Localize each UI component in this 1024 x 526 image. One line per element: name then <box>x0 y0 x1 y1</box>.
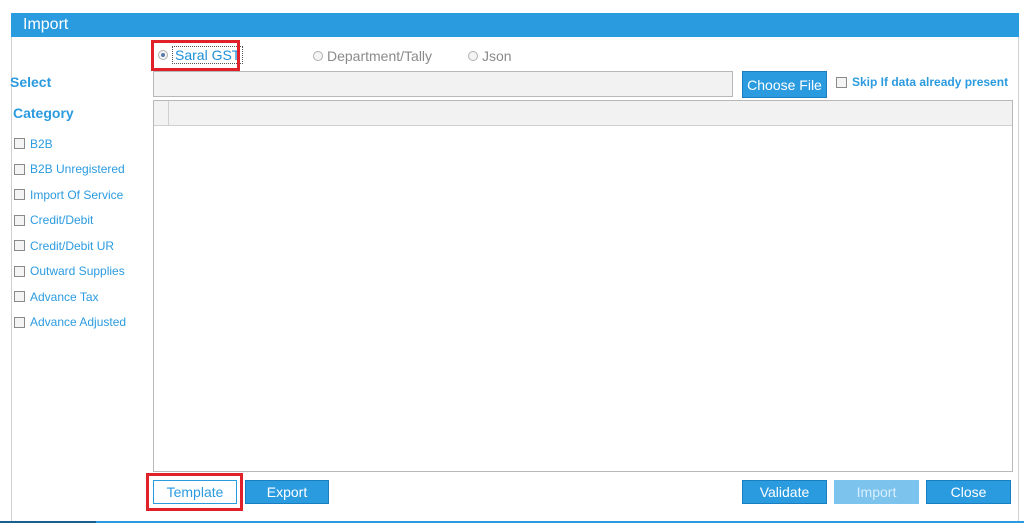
checkbox-icon <box>14 240 25 252</box>
bottom-border-accent <box>0 521 96 523</box>
checkbox-icon <box>14 265 25 277</box>
category-item-b2b[interactable]: B2B <box>14 131 126 157</box>
category-item-credit-debit-ur[interactable]: Credit/Debit UR <box>14 233 126 259</box>
grid-header-row <box>154 101 1012 126</box>
category-item-label: Credit/Debit UR <box>30 238 115 253</box>
validate-button[interactable]: Validate <box>742 480 827 504</box>
radio-unselected-icon <box>313 51 323 61</box>
category-item-label: Advance Tax <box>30 289 99 304</box>
choose-file-button[interactable]: Choose File <box>742 71 827 98</box>
category-heading: Category <box>13 105 74 121</box>
category-item-credit-debit[interactable]: Credit/Debit <box>14 208 126 234</box>
checkbox-icon <box>14 291 25 303</box>
checkbox-icon <box>14 214 25 226</box>
skip-existing-checkbox[interactable]: Skip If data already present <box>836 75 1008 89</box>
dialog-title: Import <box>11 13 1019 37</box>
checkbox-icon <box>836 76 847 88</box>
file-path-input[interactable] <box>153 71 733 97</box>
category-item-label: Credit/Debit <box>30 213 94 228</box>
category-item-label: Advance Adjusted <box>30 315 127 330</box>
radio-department-tally[interactable]: Department/Tally <box>313 48 432 64</box>
checkbox-icon <box>14 138 25 150</box>
highlight-template <box>146 473 243 511</box>
category-item-b2b-unregistered[interactable]: B2B Unregistered <box>14 157 126 183</box>
checkbox-icon <box>14 163 25 175</box>
frame-border-right <box>1018 37 1019 521</box>
highlight-saral-gst <box>151 40 240 71</box>
radio-department-tally-label: Department/Tally <box>327 48 433 64</box>
category-item-label: B2B <box>30 136 53 151</box>
skip-existing-label: Skip If data already present <box>852 75 1009 89</box>
category-item-advance-tax[interactable]: Advance Tax <box>14 284 126 310</box>
radio-unselected-icon <box>468 51 478 61</box>
category-item-import-of-service[interactable]: Import Of Service <box>14 182 126 208</box>
data-grid[interactable] <box>153 100 1013 472</box>
select-label: Select <box>10 74 52 90</box>
frame-border-left <box>11 37 12 521</box>
radio-json-label: Json <box>482 48 512 64</box>
close-button[interactable]: Close <box>926 480 1011 504</box>
import-dialog: Import Saral GST Department/Tally Json S… <box>0 0 1024 526</box>
category-item-advance-adjusted[interactable]: Advance Adjusted <box>14 310 126 336</box>
checkbox-icon <box>14 189 25 201</box>
category-item-outward-supplies[interactable]: Outward Supplies <box>14 259 126 285</box>
grid-header-cell <box>154 101 169 126</box>
category-list: B2B B2B Unregistered Import Of Service C… <box>14 131 126 335</box>
bottom-border <box>0 521 1024 523</box>
category-item-label: Outward Supplies <box>30 264 125 279</box>
import-button: Import <box>834 480 919 504</box>
category-item-label: B2B Unregistered <box>30 162 125 177</box>
checkbox-icon <box>14 316 25 328</box>
export-button[interactable]: Export <box>245 480 329 504</box>
category-item-label: Import Of Service <box>30 187 124 202</box>
radio-json[interactable]: Json <box>468 48 512 64</box>
